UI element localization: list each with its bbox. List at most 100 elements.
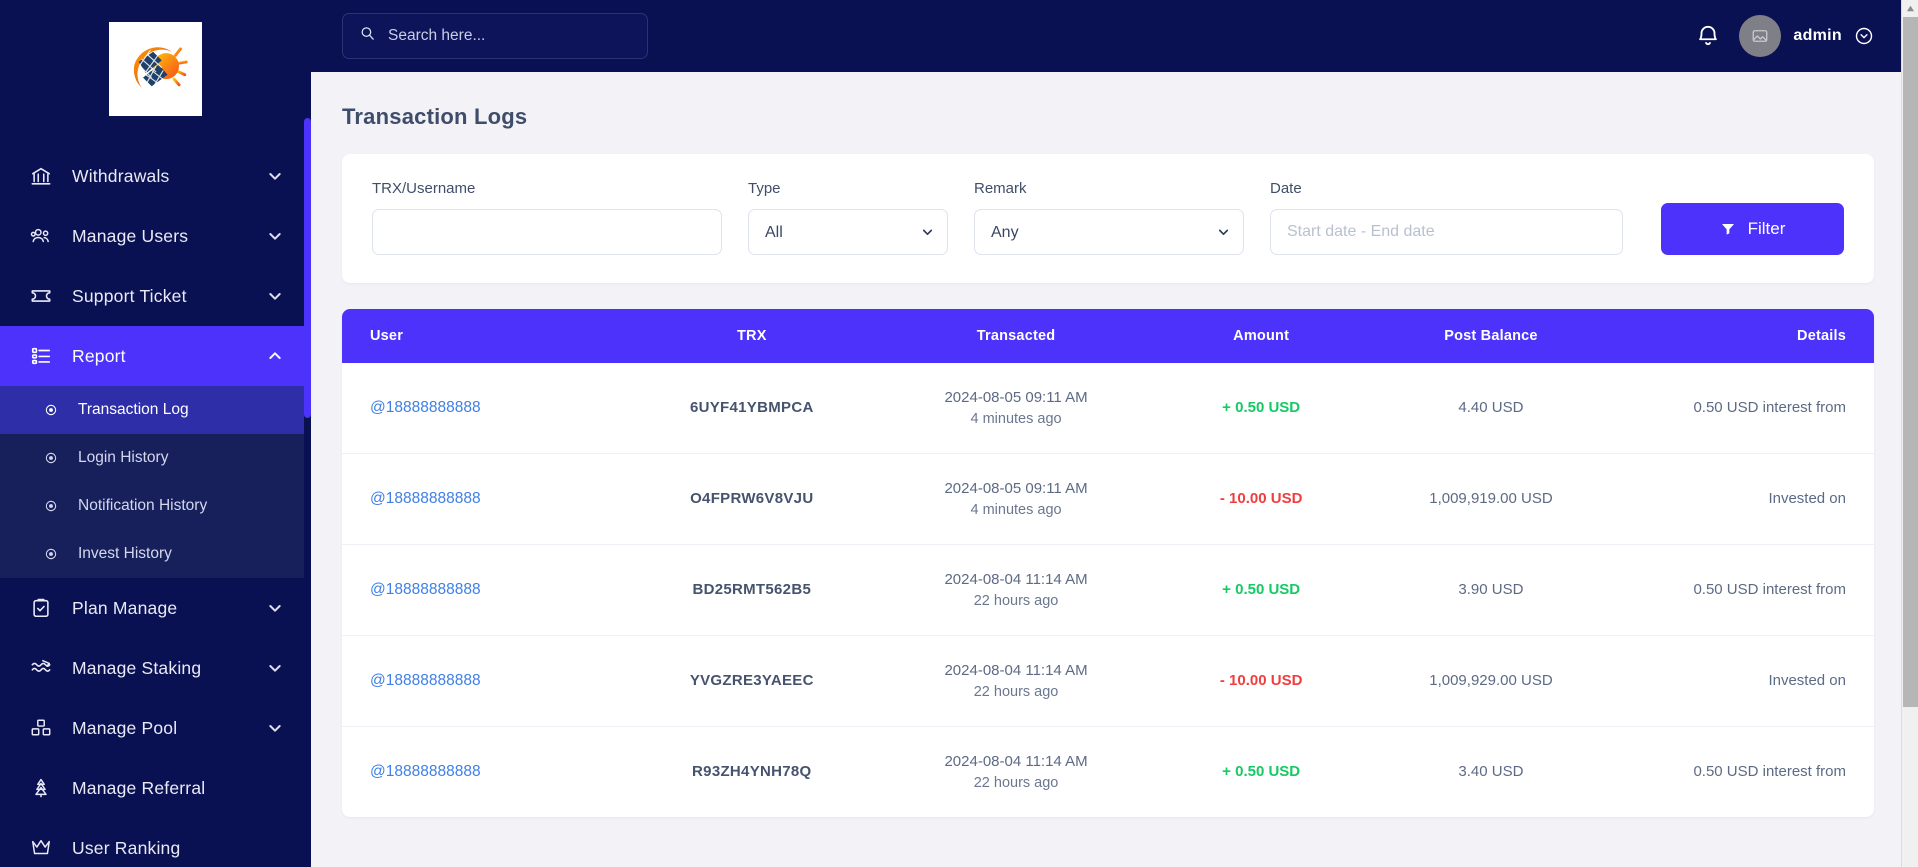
- cell-user: @18888888888: [342, 727, 625, 818]
- chevron-down-icon[interactable]: [267, 600, 283, 616]
- page-scrollbar[interactable]: [1901, 0, 1918, 867]
- details-text: 0.50 USD interest from: [1693, 581, 1846, 598]
- remark-select[interactable]: Any: [974, 209, 1244, 255]
- transaction-table-card: User TRX Transacted Amount Post Balance …: [342, 309, 1874, 817]
- sidebar-item-invest-history[interactable]: Invest History: [0, 530, 311, 578]
- search-input[interactable]: [376, 27, 631, 45]
- sidebar-item-manage-pool[interactable]: Manage Pool: [0, 698, 311, 758]
- search-container[interactable]: [342, 13, 648, 59]
- date-range-input[interactable]: [1270, 209, 1623, 255]
- sidebar-item-manage-staking[interactable]: Manage Staking: [0, 638, 311, 698]
- user-link[interactable]: @18888888888: [370, 672, 481, 689]
- transacted-date: 2024-08-05 09:11 AM: [944, 480, 1088, 497]
- cell-trx: YVGZRE3YAEEC: [625, 635, 879, 727]
- chevron-down-icon[interactable]: [267, 288, 283, 304]
- content-area: Transaction Logs TRX/Username Type All R…: [311, 72, 1918, 867]
- page-title: Transaction Logs: [342, 104, 528, 129]
- list-icon: [30, 345, 60, 367]
- sidebar-item-manage-users[interactable]: Manage Users: [0, 206, 311, 266]
- filter-trx-username: TRX/Username: [372, 180, 722, 255]
- sidebar-item-plan-manage[interactable]: Plan Manage: [0, 578, 311, 638]
- user-link[interactable]: @18888888888: [370, 399, 481, 416]
- sidebar-scroll-area: Withdrawals Manage Users Support Ticket …: [0, 0, 311, 867]
- user-link[interactable]: @18888888888: [370, 763, 481, 780]
- circle-dot-icon: [44, 451, 68, 465]
- sidebar-subitem-label: Login History: [78, 449, 169, 466]
- filter-button-label: Filter: [1747, 219, 1786, 238]
- cell-user: @18888888888: [342, 453, 626, 545]
- chevron-down-icon[interactable]: [267, 228, 283, 244]
- sidebar-item-transaction-log[interactable]: Transaction Log: [0, 386, 311, 434]
- transacted-date: 2024-08-04 11:14 AM: [944, 753, 1088, 770]
- admin-username: admin: [1793, 27, 1842, 44]
- chevron-up-icon[interactable]: [267, 348, 283, 364]
- column-header-trx: TRX: [625, 309, 879, 363]
- sidebar-item-label: User Ranking: [72, 837, 181, 858]
- logo-container[interactable]: [0, 0, 311, 116]
- user-link[interactable]: @18888888888: [370, 490, 481, 507]
- sidebar-item-user-ranking[interactable]: User Ranking: [0, 818, 311, 867]
- profile-menu[interactable]: admin: [1739, 15, 1874, 57]
- admin-dashboard: Withdrawals Manage Users Support Ticket …: [0, 0, 1918, 867]
- amount-value: - 10.00 USD: [1219, 490, 1303, 507]
- scroll-up-arrow[interactable]: [1902, 0, 1918, 17]
- sidebar-item-notification-history[interactable]: Notification History: [0, 482, 311, 530]
- transaction-table: User TRX Transacted Amount Post Balance …: [342, 309, 1874, 817]
- chevron-down-icon[interactable]: [267, 660, 283, 676]
- sidebar-item-manage-referral[interactable]: Manage Referral: [0, 758, 311, 818]
- cell-user: @18888888888: [342, 544, 626, 636]
- cell-trx: R93ZH4YNH78Q: [625, 727, 878, 818]
- post-balance-value: 1,009,919.00 USD: [1429, 490, 1553, 507]
- top-bar-right: admin: [1695, 15, 1874, 57]
- amount-value: + 0.50 USD: [1222, 763, 1301, 780]
- filter-panel: TRX/Username Type All Remark Any Date St…: [342, 154, 1874, 283]
- details-text: 0.50 USD interest from: [1693, 763, 1846, 780]
- users-icon: [30, 225, 60, 247]
- sidebar-subitem-label: Invest History: [78, 545, 172, 562]
- type-select[interactable]: All: [748, 209, 948, 255]
- cell-details: Invested on: [1613, 453, 1874, 545]
- table-row: @18888888888 O4FPRW6V8VJU 2024-08-05 09:…: [342, 453, 1874, 545]
- column-header-amount: Amount: [1153, 309, 1369, 363]
- trx-code: BD25RMT562B5: [692, 581, 812, 598]
- report-submenu: Transaction Log Login History Notificati…: [0, 386, 311, 578]
- cell-transacted: 2024-08-04 11:14 AM 22 hours ago: [878, 544, 1154, 636]
- chevron-down-icon[interactable]: [267, 720, 283, 736]
- table-body: @18888888888 6UYF41YBMPCA 2024-08-05 09:…: [342, 363, 1874, 817]
- trx-username-input[interactable]: [372, 209, 722, 255]
- sidebar-item-withdrawals[interactable]: Withdrawals: [0, 146, 311, 206]
- filter-label: Type: [748, 180, 781, 197]
- crown-icon: [30, 837, 60, 859]
- cell-transacted: 2024-08-04 11:14 AM 22 hours ago: [878, 635, 1154, 727]
- transacted-date: 2024-08-05 09:11 AM: [944, 389, 1088, 406]
- filter-label: Date: [1270, 180, 1302, 197]
- sidebar-item-label: Report: [72, 345, 126, 366]
- filter-button[interactable]: Filter: [1661, 203, 1844, 255]
- post-balance-value: 4.40 USD: [1458, 399, 1524, 416]
- filter-date: Date: [1270, 180, 1623, 255]
- cell-amount: - 10.00 USD: [1153, 453, 1369, 545]
- ticket-icon: [30, 285, 60, 307]
- cell-amount: - 10.00 USD: [1153, 635, 1369, 727]
- sidebar-item-report[interactable]: Report: [0, 326, 311, 386]
- chevron-down-icon[interactable]: [267, 168, 283, 184]
- sidebar-item-label: Manage Users: [72, 225, 189, 246]
- sidebar-scrollbar-thumb[interactable]: [304, 118, 311, 418]
- sidebar-item-label: Support Ticket: [72, 285, 187, 306]
- details-text: Invested on: [1768, 672, 1846, 689]
- user-link[interactable]: @18888888888: [370, 581, 481, 598]
- sidebar-item-support-ticket[interactable]: Support Ticket: [0, 266, 311, 326]
- avatar[interactable]: [1739, 15, 1782, 57]
- chart-icon: [30, 657, 60, 679]
- sidebar-item-login-history[interactable]: Login History: [0, 434, 311, 482]
- sidebar-item-label: Manage Staking: [72, 657, 202, 678]
- chevron-down-circle-icon[interactable]: [1854, 26, 1874, 46]
- top-bar: admin: [311, 0, 1918, 72]
- page-scrollbar-thumb[interactable]: [1903, 17, 1918, 707]
- cell-amount: + 0.50 USD: [1153, 363, 1369, 454]
- trx-code: R93ZH4YNH78Q: [692, 763, 812, 780]
- bell-icon[interactable]: [1695, 23, 1721, 49]
- cell-details: 0.50 USD interest from: [1614, 727, 1875, 818]
- sidebar-scrollbar[interactable]: [304, 0, 311, 867]
